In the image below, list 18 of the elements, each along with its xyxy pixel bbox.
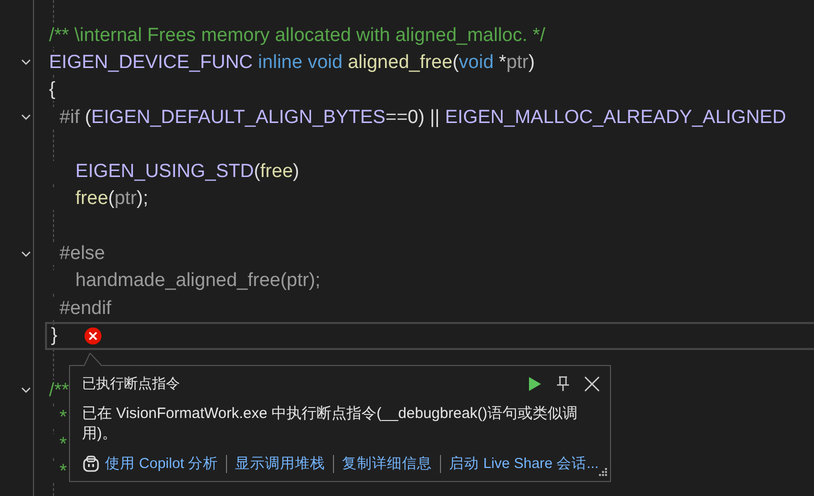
code-line: } bbox=[51, 324, 58, 347]
popup-link[interactable]: 复制详细信息 bbox=[342, 454, 432, 473]
close-icon[interactable] bbox=[584, 376, 600, 392]
collapse-icon[interactable] bbox=[20, 114, 30, 122]
code-line: /** \internal Frees memory allocated with aligned_malloc. */ bbox=[49, 24, 546, 47]
popup-link[interactable]: 使用 Copilot 分析 bbox=[105, 454, 218, 473]
collapse-icon[interactable] bbox=[20, 250, 30, 258]
collapse-icon[interactable] bbox=[20, 59, 30, 66]
popup-link[interactable]: 显示调用堆栈 bbox=[235, 454, 326, 473]
code-line: /** bbox=[49, 380, 70, 402]
play-icon[interactable] bbox=[528, 376, 542, 392]
robot-icon bbox=[82, 454, 100, 472]
pin-icon[interactable] bbox=[556, 376, 570, 392]
popup-title: 已执行断点指令 bbox=[82, 375, 180, 393]
popup-link[interactable]: 启动 Live Share 会话... bbox=[449, 454, 599, 473]
collapse-icon[interactable] bbox=[20, 387, 30, 394]
code-line: { bbox=[49, 79, 56, 102]
exception-message: 已在 VisionFormatWork.exe 中执行断点指令(__debugbreak()语句或类似调用)。 bbox=[82, 404, 578, 444]
